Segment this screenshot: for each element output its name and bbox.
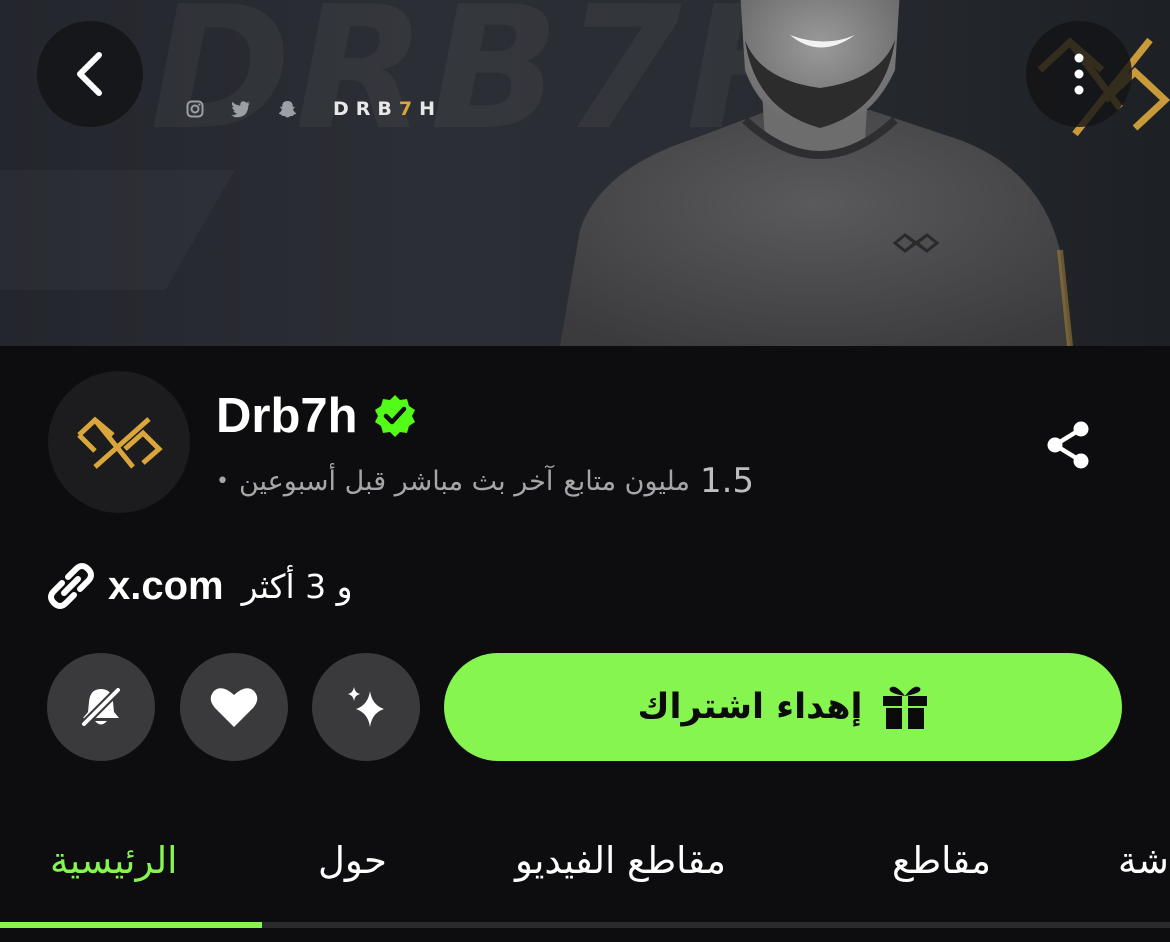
follow-button[interactable] — [180, 653, 288, 761]
channel-logo-icon — [77, 416, 163, 469]
last-live-text: آخر بث مباشر قبل أسبوعين — [238, 465, 554, 497]
twitter-icon — [231, 99, 251, 119]
share-button[interactable] — [1040, 416, 1098, 474]
gift-icon — [882, 686, 927, 729]
instagram-icon — [185, 99, 205, 119]
gift-subscription-label: إهداء اشتراك — [637, 687, 863, 727]
sparkle-icon — [348, 687, 384, 727]
share-icon — [1047, 421, 1089, 469]
gift-subscription-button[interactable]: إهداء اشتراك — [444, 653, 1122, 761]
link-icon — [48, 563, 94, 609]
notifications-off-button[interactable] — [47, 653, 155, 761]
active-tab-indicator — [0, 922, 262, 928]
primary-link[interactable]: x.com — [108, 564, 224, 609]
heart-icon — [210, 688, 258, 727]
banner-social-row: DRB7H — [185, 98, 442, 120]
channel-tabs: الرئيسية حول مقاطع الفيديو مقاطع شة — [0, 820, 1170, 900]
tab-truncated[interactable]: شة — [1118, 820, 1169, 900]
tab-videos[interactable]: مقاطع الفيديو — [515, 820, 726, 900]
bell-off-icon — [81, 687, 121, 727]
stats-bullet: • — [216, 468, 229, 494]
followers-count: 1.5 — [699, 461, 755, 501]
tab-clips[interactable]: مقاطع — [892, 820, 991, 900]
more-links[interactable]: و 3 أكثر — [242, 567, 353, 606]
channel-name-row: Drb7h — [216, 388, 418, 444]
channel-stats: • آخر بث مباشر قبل أسبوعين مليون متابع 1… — [216, 458, 896, 504]
verified-badge-icon — [374, 395, 415, 437]
banner-decoration — [0, 170, 235, 290]
followers-label: مليون متابع — [563, 465, 690, 497]
channel-banner: DRB7H — [0, 0, 1170, 346]
streamer-photo — [560, 0, 1073, 346]
channel-avatar[interactable] — [48, 371, 190, 513]
tab-home[interactable]: الرئيسية — [50, 820, 177, 900]
snapchat-icon — [277, 99, 297, 119]
back-button[interactable] — [37, 21, 143, 127]
channel-name: Drb7h — [216, 389, 358, 443]
tab-about[interactable]: حول — [318, 820, 387, 900]
banner-brand-wordmark: DRB7H — [333, 98, 443, 120]
chevron-left-icon — [77, 52, 102, 96]
subscribe-button[interactable] — [312, 653, 420, 761]
channel-links[interactable]: x.com و 3 أكثر — [46, 561, 353, 611]
more-options-button[interactable] — [1026, 21, 1132, 127]
more-vertical-icon — [1074, 53, 1084, 95]
